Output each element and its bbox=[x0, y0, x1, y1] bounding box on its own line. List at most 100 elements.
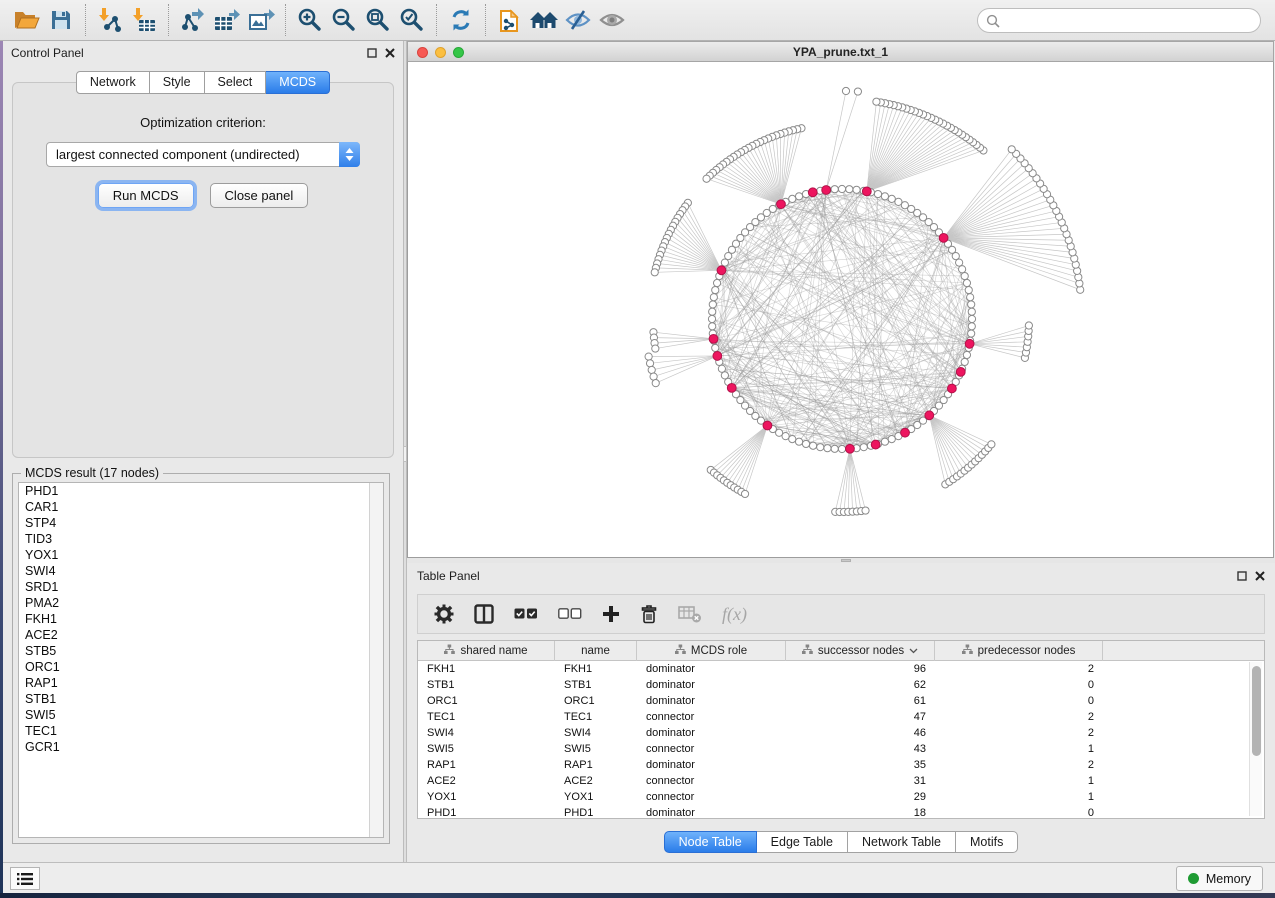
toolbar-separator bbox=[436, 4, 437, 36]
add-column-icon[interactable] bbox=[602, 605, 620, 623]
tab-motifs[interactable]: Motifs bbox=[956, 831, 1018, 853]
result-node[interactable]: TID3 bbox=[19, 531, 383, 547]
search-box[interactable] bbox=[977, 8, 1261, 33]
memory-button[interactable]: Memory bbox=[1176, 866, 1263, 891]
control-panel: Control Panel NetworkStyleSelectMCDS Opt… bbox=[3, 41, 403, 862]
cell: 1 bbox=[935, 773, 1103, 789]
table-row[interactable]: YOX1YOX1connector291 bbox=[418, 789, 1264, 805]
refresh-icon[interactable] bbox=[444, 3, 478, 37]
network-title: YPA_prune.txt_1 bbox=[408, 45, 1273, 59]
table-row[interactable]: STB1STB1dominator620 bbox=[418, 677, 1264, 693]
table-row[interactable]: ACE2ACE2connector311 bbox=[418, 773, 1264, 789]
deselect-all-icon[interactable] bbox=[558, 608, 582, 620]
export-network-icon[interactable] bbox=[176, 3, 210, 37]
network-from-file-icon[interactable] bbox=[493, 3, 527, 37]
cell: STB1 bbox=[418, 677, 555, 693]
table-row[interactable]: SWI5SWI5connector431 bbox=[418, 741, 1264, 757]
table-scrollbar[interactable] bbox=[1249, 662, 1262, 816]
scrollbar-thumb[interactable] bbox=[1252, 666, 1261, 756]
columns-icon[interactable] bbox=[474, 604, 494, 624]
result-node[interactable]: SWI5 bbox=[19, 707, 383, 723]
table-row[interactable]: FKH1FKH1dominator962 bbox=[418, 661, 1264, 677]
toolbar-separator bbox=[485, 4, 486, 36]
table-row[interactable]: PHD1PHD1dominator180 bbox=[418, 805, 1264, 819]
result-node[interactable]: STB1 bbox=[19, 691, 383, 707]
result-node[interactable]: SWI4 bbox=[19, 563, 383, 579]
table-body: FKH1FKH1dominator962STB1STB1dominator620… bbox=[418, 661, 1264, 819]
gear-icon[interactable] bbox=[434, 604, 454, 624]
result-node[interactable]: ACE2 bbox=[19, 627, 383, 643]
close-panel-icon[interactable] bbox=[385, 48, 395, 58]
column-header-name[interactable]: name bbox=[555, 641, 637, 661]
export-image-icon[interactable] bbox=[244, 3, 278, 37]
result-node[interactable]: FKH1 bbox=[19, 611, 383, 627]
mcds-result-list[interactable]: PHD1CAR1STP4TID3YOX1SWI4SRD1PMA2FKH1ACE2… bbox=[18, 482, 384, 838]
table-row[interactable]: ORC1ORC1dominator610 bbox=[418, 693, 1264, 709]
result-scrollbar[interactable] bbox=[369, 483, 383, 837]
table-row[interactable]: SWI4SWI4dominator462 bbox=[418, 725, 1264, 741]
zoom-fit-icon[interactable] bbox=[361, 3, 395, 37]
column-header-shared-name[interactable]: shared name bbox=[418, 641, 555, 661]
result-node[interactable]: CAR1 bbox=[19, 499, 383, 515]
tab-edge-table[interactable]: Edge Table bbox=[757, 831, 848, 853]
hide-graphics-icon[interactable] bbox=[561, 3, 595, 37]
result-node[interactable]: STB5 bbox=[19, 643, 383, 659]
tab-network[interactable]: Network bbox=[76, 71, 150, 94]
table-row[interactable]: TEC1TEC1connector472 bbox=[418, 709, 1264, 725]
result-node[interactable]: SRD1 bbox=[19, 579, 383, 595]
cell: 0 bbox=[935, 677, 1103, 693]
zoom-out-icon[interactable] bbox=[327, 3, 361, 37]
result-node[interactable]: PMA2 bbox=[19, 595, 383, 611]
fx-icon[interactable]: f(x) bbox=[722, 604, 747, 625]
cell: SWI5 bbox=[555, 741, 637, 757]
column-header-successor-nodes[interactable]: successor nodes bbox=[786, 641, 935, 661]
close-panel-icon[interactable] bbox=[1255, 571, 1265, 581]
cell: 1 bbox=[935, 741, 1103, 757]
home-icon[interactable] bbox=[527, 3, 561, 37]
column-header-MCDS-role[interactable]: MCDS role bbox=[637, 641, 786, 661]
result-node[interactable]: GCR1 bbox=[19, 739, 383, 755]
export-table-icon[interactable] bbox=[210, 3, 244, 37]
result-node[interactable]: PHD1 bbox=[19, 483, 383, 499]
float-panel-icon[interactable] bbox=[1237, 571, 1247, 581]
zoom-in-icon[interactable] bbox=[293, 3, 327, 37]
tab-select[interactable]: Select bbox=[205, 71, 267, 94]
result-node[interactable]: YOX1 bbox=[19, 547, 383, 563]
tab-network-table[interactable]: Network Table bbox=[848, 831, 956, 853]
result-node[interactable]: TEC1 bbox=[19, 723, 383, 739]
network-canvas[interactable] bbox=[407, 62, 1274, 558]
splitter-handle[interactable] bbox=[841, 559, 851, 562]
network-graph[interactable] bbox=[408, 62, 1274, 557]
delete-column-icon[interactable] bbox=[640, 604, 658, 624]
show-graphics-icon[interactable] bbox=[595, 3, 629, 37]
table-function-icon[interactable] bbox=[678, 605, 702, 623]
cell: 0 bbox=[935, 805, 1103, 819]
result-node[interactable]: RAP1 bbox=[19, 675, 383, 691]
search-icon bbox=[986, 14, 1000, 28]
open-file-icon[interactable] bbox=[10, 3, 44, 37]
task-history-button[interactable] bbox=[10, 867, 40, 890]
run-mcds-button[interactable]: Run MCDS bbox=[98, 183, 194, 208]
tab-node-table[interactable]: Node Table bbox=[664, 831, 757, 853]
table-panel-title: Table Panel bbox=[417, 569, 480, 583]
criterion-select[interactable]: largest connected component (undirected) bbox=[46, 142, 360, 167]
save-icon[interactable] bbox=[44, 3, 78, 37]
cell: dominator bbox=[637, 725, 786, 741]
float-panel-icon[interactable] bbox=[367, 48, 377, 58]
close-panel-button[interactable]: Close panel bbox=[210, 183, 309, 208]
import-table-icon[interactable] bbox=[127, 3, 161, 37]
zoom-selected-icon[interactable] bbox=[395, 3, 429, 37]
cell: dominator bbox=[637, 693, 786, 709]
select-all-icon[interactable] bbox=[514, 608, 538, 620]
tab-mcds[interactable]: MCDS bbox=[266, 71, 330, 94]
hierarchy-icon bbox=[802, 644, 813, 658]
table-row[interactable]: RAP1RAP1dominator352 bbox=[418, 757, 1264, 773]
search-input[interactable] bbox=[1000, 14, 1260, 28]
result-node[interactable]: ORC1 bbox=[19, 659, 383, 675]
import-network-icon[interactable] bbox=[93, 3, 127, 37]
column-header-predecessor-nodes[interactable]: predecessor nodes bbox=[935, 641, 1103, 661]
main-toolbar bbox=[0, 0, 1275, 41]
cell: TEC1 bbox=[555, 709, 637, 725]
tab-style[interactable]: Style bbox=[150, 71, 205, 94]
result-node[interactable]: STP4 bbox=[19, 515, 383, 531]
